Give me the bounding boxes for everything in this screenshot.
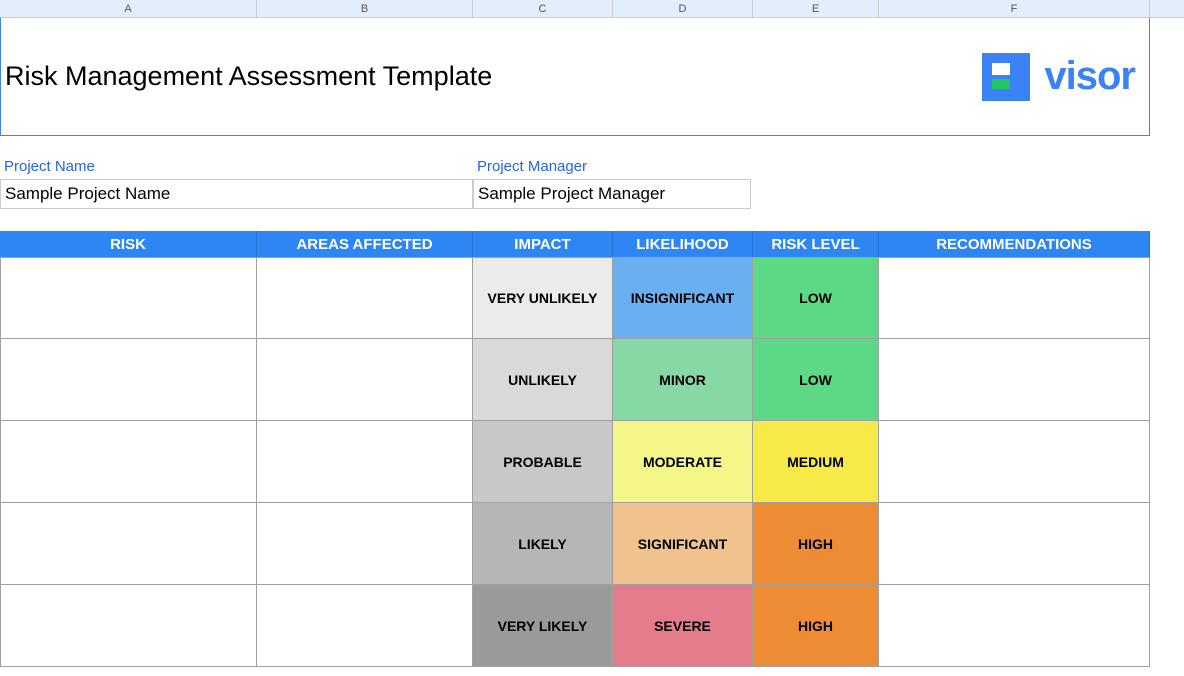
table-header-row: RISK AREAS AFFECTED IMPACT LIKELIHOOD RI… — [0, 231, 1150, 257]
likelihood-cell[interactable]: MODERATE — [613, 421, 753, 503]
likelihood-cell[interactable]: MINOR — [613, 339, 753, 421]
risk-level-cell[interactable]: HIGH — [753, 503, 879, 585]
col-header-f[interactable]: F — [879, 0, 1150, 17]
col-header-b[interactable]: B — [257, 0, 473, 17]
risk-level-cell[interactable]: LOW — [753, 339, 879, 421]
values-row: Sample Project Name Sample Project Manag… — [0, 179, 1184, 209]
page-title: Risk Management Assessment Template — [5, 61, 492, 92]
risk-cell[interactable] — [0, 421, 257, 503]
table-row: VERY LIKELYSEVEREHIGH — [0, 585, 1150, 667]
spacer — [0, 209, 1184, 231]
labels-row: Project Name Project Manager — [0, 154, 1184, 179]
areas-cell[interactable] — [257, 339, 473, 421]
header-areas-affected: AREAS AFFECTED — [257, 231, 473, 257]
areas-cell[interactable] — [257, 585, 473, 667]
header-risk: RISK — [0, 231, 257, 257]
table-row: VERY UNLIKELYINSIGNIFICANTLOW — [0, 257, 1150, 339]
impact-cell[interactable]: LIKELY — [473, 503, 613, 585]
visor-icon — [982, 53, 1030, 101]
recommendations-cell[interactable] — [879, 257, 1150, 339]
likelihood-cell[interactable]: INSIGNIFICANT — [613, 257, 753, 339]
project-name-label: Project Name — [0, 154, 473, 179]
recommendations-cell[interactable] — [879, 585, 1150, 667]
risk-level-cell[interactable]: HIGH — [753, 585, 879, 667]
project-manager-field[interactable]: Sample Project Manager — [473, 179, 751, 209]
brand-name: visor — [1044, 54, 1135, 99]
header-risk-level: RISK LEVEL — [753, 231, 879, 257]
risk-cell[interactable] — [0, 257, 257, 339]
col-header-e[interactable]: E — [753, 0, 879, 17]
recommendations-cell[interactable] — [879, 503, 1150, 585]
header-impact: IMPACT — [473, 231, 613, 257]
recommendations-cell[interactable] — [879, 339, 1150, 421]
impact-cell[interactable]: PROBABLE — [473, 421, 613, 503]
likelihood-cell[interactable]: SEVERE — [613, 585, 753, 667]
spacer — [0, 136, 1184, 154]
project-name-field[interactable]: Sample Project Name — [0, 179, 473, 209]
areas-cell[interactable] — [257, 503, 473, 585]
col-header-a[interactable]: A — [0, 0, 257, 17]
col-header-c[interactable]: C — [473, 0, 613, 17]
column-header-row: A B C D E F — [0, 0, 1184, 18]
impact-cell[interactable]: UNLIKELY — [473, 339, 613, 421]
risk-cell[interactable] — [0, 339, 257, 421]
data-rows: VERY UNLIKELYINSIGNIFICANTLOWUNLIKELYMIN… — [0, 257, 1184, 667]
impact-cell[interactable]: VERY UNLIKELY — [473, 257, 613, 339]
areas-cell[interactable] — [257, 421, 473, 503]
table-row: PROBABLEMODERATEMEDIUM — [0, 421, 1150, 503]
table-row: LIKELYSIGNIFICANTHIGH — [0, 503, 1150, 585]
impact-cell[interactable]: VERY LIKELY — [473, 585, 613, 667]
project-manager-label: Project Manager — [473, 154, 753, 179]
risk-level-cell[interactable]: LOW — [753, 257, 879, 339]
risk-level-cell[interactable]: MEDIUM — [753, 421, 879, 503]
risk-cell[interactable] — [0, 503, 257, 585]
header-recommendations: RECOMMENDATIONS — [879, 231, 1150, 257]
likelihood-cell[interactable]: SIGNIFICANT — [613, 503, 753, 585]
areas-cell[interactable] — [257, 257, 473, 339]
title-area: Risk Management Assessment Template viso… — [0, 18, 1150, 136]
table-row: UNLIKELYMINORLOW — [0, 339, 1150, 421]
risk-cell[interactable] — [0, 585, 257, 667]
header-likelihood: LIKELIHOOD — [613, 231, 753, 257]
col-header-d[interactable]: D — [613, 0, 753, 17]
recommendations-cell[interactable] — [879, 421, 1150, 503]
brand-logo: visor — [982, 53, 1145, 101]
